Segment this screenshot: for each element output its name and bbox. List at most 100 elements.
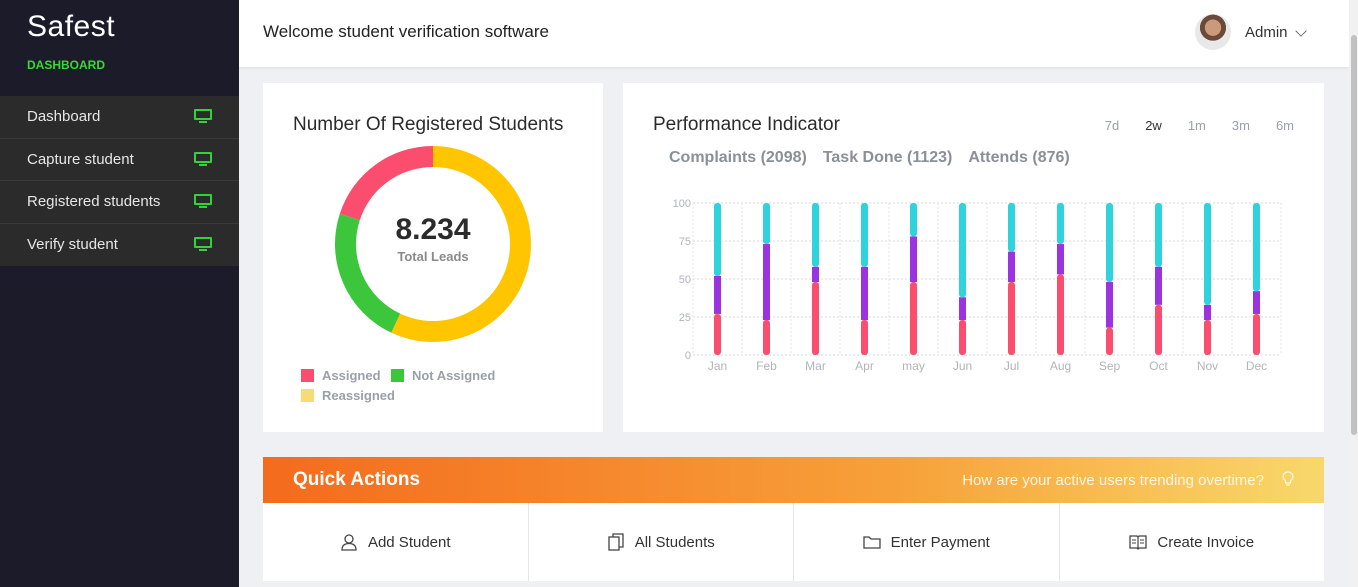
performance-card: Performance Indicator 7d 2w 1m 3m 6m Com… bbox=[623, 83, 1324, 432]
y-tick-label: 50 bbox=[679, 274, 691, 286]
bar-segment-feb-1 bbox=[763, 244, 770, 321]
sidebar-item-capture-student[interactable]: Capture student bbox=[0, 139, 239, 181]
user-menu-label[interactable]: Admin bbox=[1245, 24, 1288, 41]
enter-payment-label: Enter Payment bbox=[890, 533, 990, 551]
bar-segment-dec-2 bbox=[1253, 203, 1260, 292]
tab-1m[interactable]: 1m bbox=[1188, 118, 1206, 133]
y-tick-label: 0 bbox=[685, 350, 691, 362]
bar-segment-apr-0 bbox=[861, 320, 868, 355]
bar-segment-apr-2 bbox=[861, 203, 868, 267]
add-student-label: Add Student bbox=[367, 533, 451, 551]
bar-segment-sep-1 bbox=[1106, 282, 1113, 328]
bar-segment-jun-0 bbox=[959, 320, 966, 355]
tab-2w[interactable]: 2w bbox=[1145, 118, 1162, 133]
bar-segment-feb-0 bbox=[763, 320, 770, 355]
bar-segment-jun-2 bbox=[959, 203, 966, 298]
x-tick-label: Jan bbox=[708, 359, 727, 373]
bar-segment-jan-1 bbox=[714, 275, 721, 314]
create-invoice-button[interactable]: Create Invoice bbox=[1060, 503, 1325, 581]
bar-segment-jun-1 bbox=[959, 297, 966, 321]
bar-segment-may-2 bbox=[910, 203, 917, 237]
monitor-icon bbox=[194, 194, 212, 209]
x-tick-label: Jun bbox=[953, 359, 972, 373]
x-tick-label: Mar bbox=[805, 359, 826, 373]
bar-segment-jul-1 bbox=[1008, 251, 1015, 283]
avatar[interactable] bbox=[1195, 14, 1231, 50]
user-icon bbox=[341, 534, 357, 551]
x-tick-label: Dec bbox=[1246, 359, 1267, 373]
folder-icon bbox=[862, 536, 881, 549]
bar-segment-feb-2 bbox=[763, 203, 770, 245]
tab-7d[interactable]: 7d bbox=[1105, 118, 1119, 133]
bar-segment-sep-0 bbox=[1106, 327, 1113, 355]
monitor-icon bbox=[194, 109, 212, 124]
bar-segment-jul-2 bbox=[1008, 203, 1015, 252]
x-tick-label: Jul bbox=[1004, 359, 1019, 373]
lightbulb-icon[interactable] bbox=[1282, 471, 1294, 487]
donut-total-value: 8.234 bbox=[395, 213, 471, 246]
donut-center: 8.234 Total Leads bbox=[333, 213, 533, 264]
monitor-icon bbox=[194, 151, 212, 167]
legend-swatch bbox=[390, 368, 404, 382]
legend-label: Reassigned bbox=[322, 388, 395, 403]
bar-segment-oct-1 bbox=[1155, 266, 1162, 305]
stat-complaints: Complaints (2098) bbox=[669, 149, 807, 166]
legend-swatch bbox=[301, 368, 314, 382]
tab-6m[interactable]: 6m bbox=[1276, 118, 1294, 133]
stat-task-done: Task Done (1123) bbox=[822, 149, 953, 166]
tab-3m[interactable]: 3m bbox=[1232, 118, 1250, 133]
bar-segment-aug-1 bbox=[1057, 244, 1064, 275]
bar-segment-aug-2 bbox=[1057, 203, 1064, 245]
x-tick-label: Nov bbox=[1197, 359, 1218, 373]
bar-segment-jan-2 bbox=[714, 203, 721, 276]
brand-logo: Safest bbox=[27, 10, 116, 43]
x-tick-label: Feb bbox=[756, 359, 777, 373]
bar-segment-dec-0 bbox=[1253, 313, 1260, 355]
scrollbar-thumb[interactable] bbox=[1351, 35, 1357, 435]
bar-segment-jan-0 bbox=[714, 313, 721, 355]
performance-bar-chart: 0 25 50 75 100 Jan Feb Mar Apr may Jun Jul Aug Sep Oct… bbox=[673, 198, 1282, 373]
bar-segment-nov-2 bbox=[1204, 203, 1211, 305]
bar-segment-dec-1 bbox=[1253, 291, 1260, 314]
chevron-down-icon[interactable] bbox=[1295, 25, 1307, 37]
legend-item-reassigned: Reassigned bbox=[301, 387, 395, 405]
registered-students-card: Number Of Registered Students 8.234 Tota… bbox=[263, 83, 603, 432]
x-tick-label: may bbox=[902, 359, 925, 373]
bar-segment-oct-2 bbox=[1155, 203, 1162, 267]
donut-slice-assigned bbox=[339, 146, 433, 221]
top-header: Welcome student verification software Ad… bbox=[239, 0, 1349, 67]
sidebar-item-dashboard[interactable]: Dashboard bbox=[0, 96, 239, 139]
bar-segment-oct-0 bbox=[1155, 304, 1162, 355]
x-tick-label: Sep bbox=[1099, 359, 1121, 373]
stat-attends: Attends (876) bbox=[968, 149, 1070, 166]
all-students-button[interactable]: All Students bbox=[529, 503, 794, 581]
y-tick-label: 75 bbox=[679, 236, 691, 248]
quick-actions-row: Add Student All Students Enter Payment C… bbox=[263, 503, 1324, 581]
bar-segment-sep-2 bbox=[1106, 203, 1113, 283]
create-invoice-label: Create Invoice bbox=[1157, 533, 1255, 551]
y-tick-label: 100 bbox=[673, 198, 691, 210]
sidebar-item-registered-students[interactable]: Registered students bbox=[0, 181, 239, 224]
sidebar: Safest DASHBOARD Dashboard Capture stude… bbox=[0, 0, 239, 587]
monitor-icon bbox=[194, 237, 212, 252]
card-title: Performance Indicator bbox=[653, 114, 840, 135]
documents-icon bbox=[608, 533, 624, 551]
sidebar-item-verify-student[interactable]: Verify student bbox=[0, 224, 239, 267]
donut-subtitle: Total Leads bbox=[397, 249, 469, 264]
y-tick-label: 25 bbox=[679, 312, 691, 324]
sidebar-item-label: Registered students bbox=[27, 193, 161, 211]
sidebar-item-label: Dashboard bbox=[27, 108, 101, 126]
x-tick-label: Apr bbox=[855, 359, 874, 373]
card-title: Number Of Registered Students bbox=[293, 114, 564, 135]
enter-payment-button[interactable]: Enter Payment bbox=[794, 503, 1060, 581]
legend-item-assigned: Assigned bbox=[301, 366, 381, 384]
bar-segment-mar-2 bbox=[812, 203, 819, 267]
x-tick-label: Aug bbox=[1050, 359, 1071, 373]
legend-label: Assigned bbox=[322, 367, 381, 383]
x-tick-label: Oct bbox=[1149, 359, 1168, 373]
quick-actions-bar: Quick Actions How are your active users … bbox=[263, 457, 1324, 503]
book-icon bbox=[1129, 535, 1148, 550]
bar-segment-mar-0 bbox=[812, 282, 819, 355]
bar-segment-nov-1 bbox=[1204, 304, 1211, 321]
add-student-button[interactable]: Add Student bbox=[263, 503, 529, 581]
